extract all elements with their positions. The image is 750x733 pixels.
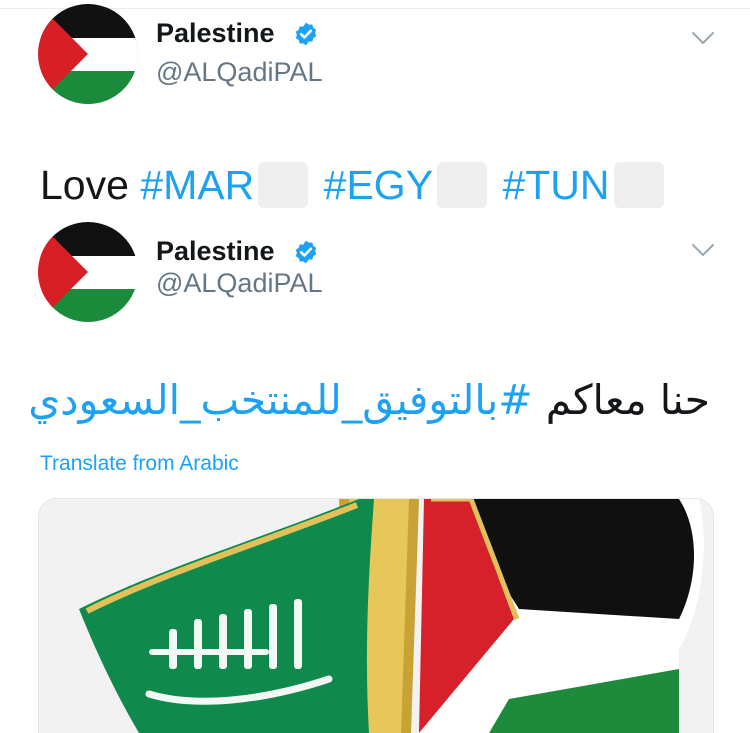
author-handle[interactable]: @ALQadiPAL [156,268,323,299]
chevron-down-icon[interactable] [690,30,716,46]
tweet-header-2: Palestine @ALQadiPAL [0,218,750,328]
translate-link[interactable]: Translate from Arabic [40,452,239,476]
author-name[interactable]: Palestine [156,236,275,267]
palestine-flag-avatar-icon [38,4,138,104]
author-handle[interactable]: @ALQadiPAL [156,57,323,88]
hashtag-tun[interactable]: #TUN [502,162,609,208]
emoji-placeholder [613,162,664,209]
tweet-media-image[interactable] [38,498,714,733]
tweet-text-plain: حنا معاكم [545,376,710,424]
palestine-flag-avatar-icon [38,222,138,322]
hashtag-egy[interactable]: #EGY [324,162,433,208]
chevron-down-icon[interactable] [690,242,716,258]
avatar[interactable] [38,222,138,322]
author-name[interactable]: Palestine [156,18,275,49]
verified-badge-icon [295,240,317,264]
saudi-palestine-flags-pin-icon [39,499,713,733]
tweet-text-2: حنا معاكم #بالتوفيق_للمنتخب_السعودي [28,372,710,428]
hashtag-saudi-team[interactable]: #بالتوفيق_للمنتخب_السعودي [28,376,532,424]
tweet-text-1: Love #MAR #EGY #TUN [40,160,668,211]
emoji-placeholder [437,162,488,209]
avatar[interactable] [38,4,138,104]
tweet-text-prefix: Love [40,162,129,208]
verified-badge-icon [295,22,317,46]
emoji-placeholder [258,162,309,209]
tweet-header-1: Palestine @ALQadiPAL [0,0,750,110]
hashtag-mar[interactable]: #MAR [140,162,254,208]
